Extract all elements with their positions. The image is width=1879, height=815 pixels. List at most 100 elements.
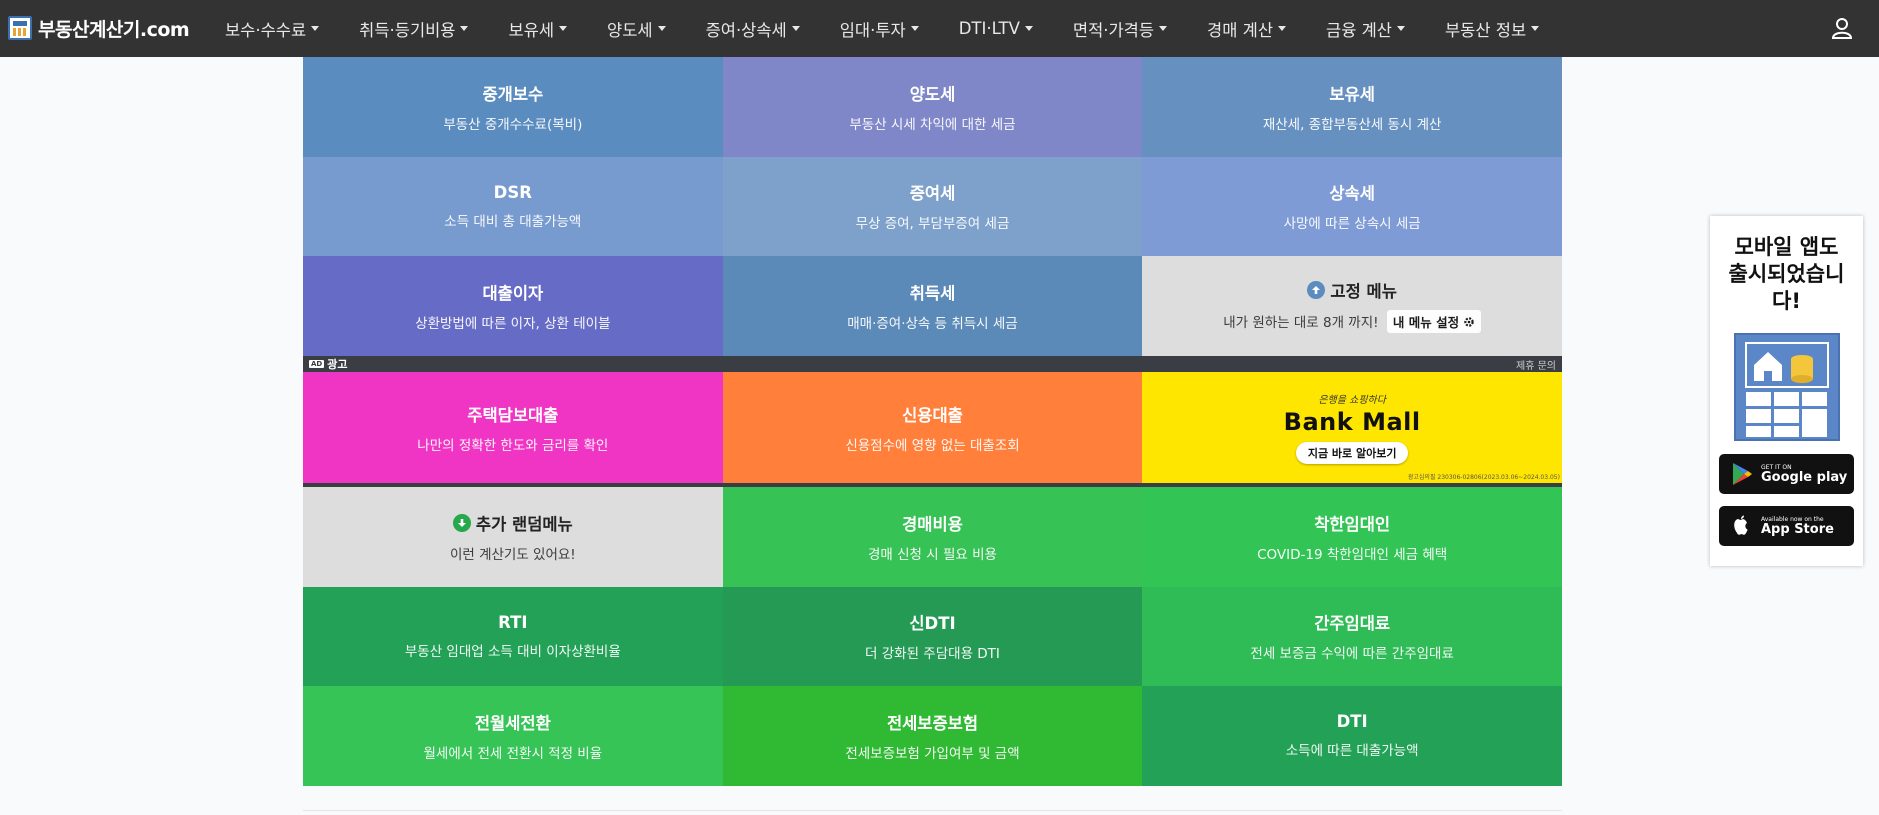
app-store-button[interactable]: Available now on the App Store [1719, 506, 1854, 546]
tile-subtitle: 매매·증여·상속 등 취득시 세금 [847, 315, 1018, 332]
tile-gift-tax[interactable]: 증여세 무상 증여, 부담부증여 세금 [722, 156, 1143, 256]
tile-subtitle: 부동산 임대업 소득 대비 이자상환비율 [404, 643, 621, 660]
tile-deemed-rent[interactable]: 간주임대료 전세 보증금 수익에 따른 간주임대료 [1142, 586, 1562, 686]
tile-new-dti[interactable]: 신DTI 더 강화된 주담대용 DTI [722, 586, 1143, 686]
ad-tile-bank-mall[interactable]: 은행을 쇼핑하다 Bank Mall 지금 바로 알아보기 광고심의필 2303… [1142, 372, 1562, 483]
tile-title: 전월세전환 [474, 713, 551, 733]
chevron-down-icon [311, 26, 320, 31]
nav-item-label: 보유세 [508, 20, 555, 40]
my-menu-settings-button[interactable]: 내 메뉴 설정 [1386, 310, 1482, 334]
nav-item[interactable]: 보수·수수료 [205, 0, 339, 57]
nav-item-label: 양도세 [607, 20, 653, 40]
tile-fixed-menu[interactable]: 고정 메뉴 내가 원하는 대로 8개 까지! 내 메뉴 설정 [1142, 256, 1562, 356]
tile-title: 주택담보대출 [467, 405, 559, 425]
tile-rent-conversion[interactable]: 전월세전환 월세에서 전세 전환시 적정 비율 [303, 686, 723, 786]
nav-item-label: 면적·가격등 [1072, 20, 1155, 40]
app-card-title: 모바일 앱도 출시되었습니다! [1728, 235, 1845, 313]
tile-title: 신용대출 [902, 405, 963, 425]
nav-item-label: DTI·LTV [958, 19, 1020, 38]
tile-loan-interest[interactable]: 대출이자 상환방법에 따른 이자, 상환 테이블 [303, 256, 723, 356]
tile-subtitle: 내가 원하는 대로 8개 까지! 내 메뉴 설정 [1223, 310, 1482, 334]
nav-item[interactable]: 임대·투자 [820, 0, 939, 57]
tile-subtitle: 재산세, 종합부동산세 동시 계산 [1262, 116, 1442, 133]
tile-subtitle: 소득 대비 총 대출가능액 [444, 213, 582, 230]
tile-subtitle: 소득에 따른 대출가능액 [1285, 743, 1419, 760]
bank-mall-cta-button[interactable]: 지금 바로 알아보기 [1295, 442, 1409, 464]
tile-dti[interactable]: DTI 소득에 따른 대출가능액 [1142, 686, 1562, 786]
bank-mall-logo-text: Bank Mall [1283, 408, 1421, 436]
tile-subtitle: 전세보증보험 가입여부 및 금액 [845, 745, 1020, 762]
nav-item[interactable]: 면적·가격등 [1053, 0, 1187, 57]
nav-item-label: 부동산 정보 [1444, 20, 1527, 40]
partnership-inquiry-link[interactable]: 제휴 문의 [1516, 357, 1556, 372]
tile-subtitle: 상환방법에 따른 이자, 상환 테이블 [415, 315, 611, 332]
nav-item[interactable]: 증여·상속세 [686, 0, 820, 57]
chevron-down-icon [657, 26, 666, 31]
mobile-app-card: 모바일 앱도 출시되었습니다! GET IT ON Google play Av… [1710, 216, 1863, 566]
chevron-down-icon [559, 26, 568, 31]
tile-dsr[interactable]: DSR 소득 대비 총 대출가능액 [303, 156, 723, 256]
tile-jeonse-insurance[interactable]: 전세보증보험 전세보증보험 가입여부 및 금액 [722, 686, 1143, 786]
ad-row: 주택담보대출 나만의 정확한 한도와 금리를 확인 신용대출 신용점수에 영향 … [303, 372, 1562, 483]
nav-item[interactable]: 경매 계산 [1187, 0, 1306, 57]
app-store-label: App Store [1761, 521, 1834, 537]
tile-subtitle: 부동산 중개수수료(복비) [443, 116, 583, 133]
chevron-down-icon [791, 26, 800, 31]
calculator-logo-icon [8, 16, 32, 40]
content-divider [303, 810, 1562, 811]
tile-subtitle: 부동산 시세 차익에 대한 세금 [849, 116, 1016, 133]
nav-item[interactable]: 양도세 [587, 0, 686, 57]
ad-label-text: 광고 [327, 358, 348, 371]
arrow-up-circle-icon [1307, 281, 1326, 300]
google-play-icon [1733, 463, 1752, 485]
nav-item-label: 취득·등기비용 [359, 20, 456, 40]
nav-item[interactable]: 취득·등기비용 [339, 0, 488, 57]
tile-row: 대출이자 상환방법에 따른 이자, 상환 테이블 취득세 매매·증여·상속 등 … [303, 256, 1562, 356]
fixed-menu-subtitle: 내가 원하는 대로 8개 까지! [1223, 315, 1379, 332]
tile-title: 취득세 [909, 283, 956, 303]
main-menu: 보수·수수료 취득·등기비용 보유세 양도세 증여·상속세 임대·투자 DTI·LTV 면적·… [205, 0, 1559, 57]
nav-item[interactable]: 보유세 [488, 0, 587, 57]
calculator-grid-bottom: 추가 랜덤메뉴 이런 계산기도 있어요! 경매비용 경매 신청 시 필요 비용 … [303, 487, 1562, 786]
user-icon[interactable] [1829, 15, 1855, 41]
brand-link[interactable]: 부동산계산기.com [8, 12, 190, 44]
tile-good-landlord[interactable]: 착한임대인 COVID-19 착한임대인 세금 혜택 [1142, 487, 1562, 587]
tile-acquisition-tax[interactable]: 취득세 매매·증여·상속 등 취득시 세금 [722, 256, 1143, 356]
tile-title: 경매비용 [902, 514, 963, 534]
ad-tile-credit-loan[interactable]: 신용대출 신용점수에 영향 없는 대출조회 [722, 372, 1143, 483]
chevron-down-icon [1531, 26, 1540, 31]
tile-title: 추가 랜덤메뉴 [452, 511, 573, 535]
tile-holding-tax[interactable]: 보유세 재산세, 종합부동산세 동시 계산 [1142, 57, 1562, 157]
tile-title: 중개보수 [482, 84, 544, 104]
tile-rti[interactable]: RTI 부동산 임대업 소득 대비 이자상환비율 [303, 586, 723, 686]
tile-title: 증여세 [909, 184, 956, 204]
tile-subtitle: 전세 보증금 수익에 따른 간주임대료 [1250, 646, 1454, 663]
tile-random-menu[interactable]: 추가 랜덤메뉴 이런 계산기도 있어요! [303, 487, 723, 587]
random-menu-title: 추가 랜덤메뉴 [475, 514, 573, 534]
tile-title: 고정 메뉴 [1307, 278, 1397, 302]
tile-subtitle: 무상 증여, 부담부증여 세금 [855, 216, 1010, 233]
tile-brokerage-fee[interactable]: 중개보수 부동산 중개수수료(복비) [303, 57, 723, 157]
tile-subtitle: 경매 신청 시 필요 비용 [868, 546, 997, 563]
google-play-button[interactable]: GET IT ON Google play [1719, 454, 1854, 494]
tile-title: 신DTI [909, 614, 956, 634]
ad-tile-mortgage-loan[interactable]: 주택담보대출 나만의 정확한 한도와 금리를 확인 [303, 372, 723, 483]
chevron-down-icon [910, 26, 919, 31]
nav-item-label: 보수·수수료 [225, 20, 307, 40]
bank-mall-fine-print: 광고심의필 230306-02806(2023.03.06~2024.03.05… [1407, 474, 1560, 481]
gear-icon [1464, 317, 1474, 327]
tile-auction-cost[interactable]: 경매비용 경매 신청 시 필요 비용 [722, 487, 1143, 587]
tile-subtitle: 신용점수에 영향 없는 대출조회 [845, 437, 1020, 454]
chevron-down-icon [1024, 26, 1033, 31]
tile-row: 추가 랜덤메뉴 이런 계산기도 있어요! 경매비용 경매 신청 시 필요 비용 … [303, 487, 1562, 587]
tile-transfer-tax[interactable]: 양도세 부동산 시세 차익에 대한 세금 [722, 57, 1143, 157]
nav-item[interactable]: 부동산 정보 [1425, 0, 1559, 57]
nav-item[interactable]: 금융 계산 [1306, 0, 1425, 57]
tile-inheritance-tax[interactable]: 상속세 사망에 따른 상속시 세금 [1142, 156, 1562, 256]
brand-name: 부동산계산기.com [38, 18, 190, 41]
app-logo-icon [1733, 333, 1840, 441]
ad-bar: AD 광고 제휴 문의 [303, 356, 1562, 372]
chevron-down-icon [1159, 26, 1168, 31]
google-play-label: Google play [1761, 469, 1848, 485]
nav-item[interactable]: DTI·LTV [939, 0, 1053, 57]
